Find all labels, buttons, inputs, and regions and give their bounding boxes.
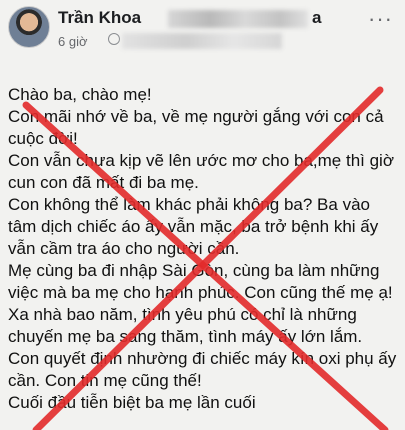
post-paragraph: Con vẫn chưa kịp vẽ lên ước mơ cho ba,mẹ… <box>8 151 394 192</box>
author-name-suffix: a <box>312 8 322 27</box>
post-paragraph: Cuối đầu tiễn biệt ba mẹ lần cuối <box>8 393 256 412</box>
avatar[interactable] <box>8 6 50 48</box>
post-paragraph: Con không thể làm khác phải không ba? Ba… <box>8 195 379 258</box>
blurred-meta-region <box>122 33 282 49</box>
blurred-name-region <box>168 10 308 28</box>
post-time[interactable]: 6 giờ <box>58 34 88 49</box>
post-content: Chào ba, chào mẹ! Con mãi nhớ về ba, về … <box>8 84 398 414</box>
author-name[interactable]: Trần Khoa <box>58 8 141 28</box>
post-paragraph: Con mãi nhớ về ba, về mẹ người gắng với … <box>8 107 384 148</box>
globe-icon <box>108 33 120 45</box>
post-paragraph: Xa nhà bao năm, tình yêu phú có chỉ là n… <box>8 305 397 390</box>
post-paragraph: Mẹ cùng ba đi nhập Sài Gòn, cùng ba làm … <box>8 261 393 302</box>
post-paragraph: Chào ba, chào mẹ! <box>8 85 152 104</box>
more-horizontal-icon[interactable]: ··· <box>368 6 393 32</box>
facebook-post: Trần Khoa a ··· 6 giờ Chào ba, chào mẹ! … <box>0 0 405 430</box>
